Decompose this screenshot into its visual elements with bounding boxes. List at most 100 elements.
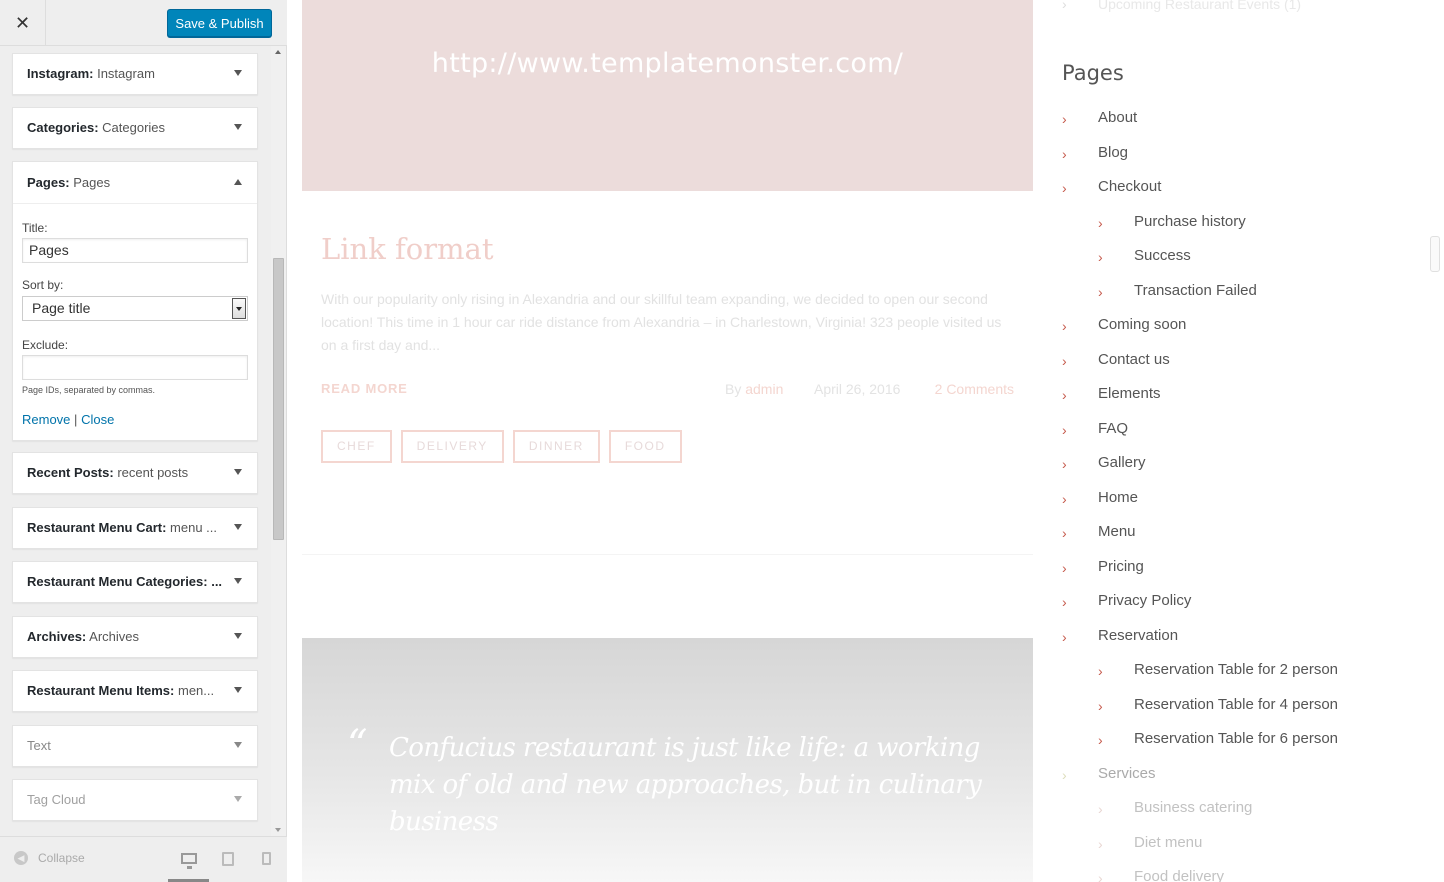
- pages-list-item-label: Reservation: [1098, 626, 1179, 644]
- collapse-arrow-icon[interactable]: [234, 179, 242, 185]
- widget-restaurant-menu-categories[interactable]: Restaurant Menu Categories: ...: [12, 561, 258, 603]
- widget-archives[interactable]: Archives: Archives: [12, 616, 258, 658]
- mobile-icon[interactable]: [262, 852, 271, 865]
- widget-title: Tag Cloud: [27, 792, 86, 807]
- pages-list-item-label: Food delivery: [1134, 868, 1225, 882]
- expand-arrow-icon[interactable]: [234, 70, 242, 76]
- sort-label: Sort by:: [22, 278, 64, 292]
- title-input[interactable]: Pages: [22, 238, 248, 263]
- expand-arrow-icon[interactable]: [234, 524, 242, 530]
- save-publish-button[interactable]: Save & Publish: [167, 9, 272, 37]
- pages-list-item-label: Contact us: [1098, 350, 1170, 368]
- comments-link[interactable]: 2 Comments: [935, 381, 1014, 397]
- widget-instagram[interactable]: Instagram: Instagram: [12, 53, 258, 95]
- sort-select[interactable]: Page title: [22, 296, 248, 321]
- sidebar-header: ✕ Save & Publish: [0, 0, 287, 46]
- chevron-right-icon: ›: [1062, 594, 1067, 610]
- pages-list-item-label: Diet menu: [1134, 833, 1203, 851]
- tag-chef[interactable]: CHEF: [321, 430, 392, 463]
- post-divider: [302, 554, 1033, 555]
- remove-link[interactable]: Remove: [22, 412, 70, 427]
- chevron-right-icon: ›: [1062, 628, 1067, 645]
- widget-title: Instagram: Instagram: [27, 66, 155, 81]
- read-more-link[interactable]: READ MORE: [321, 381, 408, 396]
- widget-categories[interactable]: Categories: Categories: [12, 107, 258, 149]
- pages-list-item-label: Business catering: [1134, 799, 1253, 816]
- pages-list-item-label: Elements: [1098, 385, 1161, 402]
- widget-restaurant-menu-items[interactable]: Restaurant Menu Items: men...: [12, 670, 258, 712]
- widget-restaurant-menu-cart[interactable]: Restaurant Menu Cart: menu ...: [12, 507, 258, 549]
- chevron-right-icon: ›: [1062, 318, 1067, 334]
- pages-list-item-label: Reservation Table for 6 person: [1134, 730, 1339, 747]
- tag-delivery[interactable]: DELIVERY: [400, 430, 504, 463]
- widget-pages-expanded: Pages: Pages Title: Pages Sort by: Page …: [12, 161, 258, 441]
- close-icon[interactable]: ✕: [0, 0, 46, 46]
- scrollbar-thumb[interactable]: [273, 258, 284, 540]
- pages-list-item-label: Coming soon: [1098, 316, 1187, 333]
- separator: |: [74, 412, 78, 427]
- pages-list-item-label: Purchase history: [1134, 212, 1246, 230]
- widget-title: Restaurant Menu Categories: ...: [27, 574, 223, 589]
- post-excerpt: With our popularity only rising in Alexa…: [321, 291, 1002, 353]
- expand-arrow-icon[interactable]: [234, 742, 242, 748]
- post-date: April 26, 2016: [814, 381, 901, 397]
- expand-arrow-icon[interactable]: [234, 124, 242, 130]
- expand-arrow-icon[interactable]: [234, 633, 242, 639]
- events-item-label: Upcoming Restaurant Events (1): [1098, 0, 1302, 12]
- expand-arrow-icon[interactable]: [234, 578, 242, 584]
- widget-text[interactable]: Text: [12, 725, 258, 767]
- chevron-right-icon: ›: [1062, 421, 1067, 438]
- widget-actions: Remove | Close: [22, 412, 114, 427]
- sidebar-scrollbar[interactable]: [271, 46, 286, 836]
- quote-text: Confucius restaurant is just like life: …: [389, 733, 982, 837]
- pages-list-item-label: Pricing: [1098, 557, 1144, 575]
- chevron-right-icon: ›: [1098, 870, 1103, 882]
- pages-list-item-label: Success: [1134, 247, 1191, 264]
- widget-pages-header[interactable]: Pages: Pages: [13, 162, 257, 204]
- tablet-icon[interactable]: [222, 852, 234, 866]
- pages-list-item-label: Blog: [1098, 143, 1129, 161]
- pages-widget-title: Pages: [1062, 61, 1124, 85]
- post-title[interactable]: Link format: [321, 232, 494, 266]
- quote-post: “ Confucius restaurant is just like life…: [302, 638, 1033, 882]
- widget-title: Categories: Categories: [27, 120, 166, 135]
- exclude-hint: Page IDs, separated by commas.: [22, 385, 156, 395]
- sidebar-footer: ◀ Collapse: [0, 836, 287, 882]
- tag-dinner[interactable]: DINNER: [512, 430, 600, 463]
- scroll-down-icon[interactable]: [275, 828, 281, 832]
- expand-arrow-icon[interactable]: [234, 469, 242, 475]
- pages-list-item-label: Gallery: [1098, 454, 1146, 471]
- site-preview: http://www.templatemonster.com/ Link for…: [287, 0, 1444, 882]
- author-link[interactable]: admin: [745, 381, 783, 397]
- widget-title: Restaurant Menu Items: men...: [27, 683, 215, 698]
- chevron-right-icon: ›: [1098, 697, 1103, 714]
- scroll-up-icon[interactable]: [275, 50, 281, 54]
- collapse-button[interactable]: ◀ Collapse: [14, 851, 85, 865]
- widget-title: Pages: Pages: [27, 175, 111, 190]
- expand-arrow-icon[interactable]: [234, 796, 242, 802]
- quote-icon: “: [347, 722, 368, 768]
- link-url[interactable]: http://www.templatemonster.com/: [302, 48, 1033, 79]
- resize-handle[interactable]: [1430, 236, 1440, 272]
- tag-food[interactable]: FOOD: [608, 430, 682, 463]
- expand-arrow-icon[interactable]: [234, 687, 242, 693]
- customizer-sidebar: ✕ Save & Publish Instagram: Instagram Ca…: [0, 0, 287, 882]
- widget-recent-posts[interactable]: Recent Posts: recent posts: [12, 452, 258, 494]
- pages-list-item-label: Menu: [1098, 523, 1136, 540]
- desktop-icon[interactable]: [181, 853, 197, 869]
- title-label: Title:: [22, 221, 48, 235]
- chevron-right-icon: ›: [1062, 456, 1067, 472]
- post-author: By admin: [725, 381, 784, 397]
- chevron-right-icon: ›: [1062, 352, 1067, 369]
- widget-title: Restaurant Menu Cart: menu ...: [27, 520, 218, 535]
- pages-list-item-label: Home: [1098, 488, 1139, 506]
- chevron-right-icon: ›: [1098, 214, 1103, 231]
- widget-tag-cloud[interactable]: Tag Cloud: [12, 779, 258, 821]
- sort-select-value: Page title: [32, 300, 91, 316]
- chevron-right-icon: ›: [1098, 801, 1103, 817]
- events-list-item[interactable]: › Upcoming Restaurant Events (1): [1062, 0, 1301, 12]
- dropdown-arrow-icon[interactable]: [232, 298, 246, 319]
- exclude-input[interactable]: [22, 355, 248, 380]
- close-link[interactable]: Close: [81, 412, 114, 427]
- chevron-right-icon: ›: [1098, 835, 1103, 852]
